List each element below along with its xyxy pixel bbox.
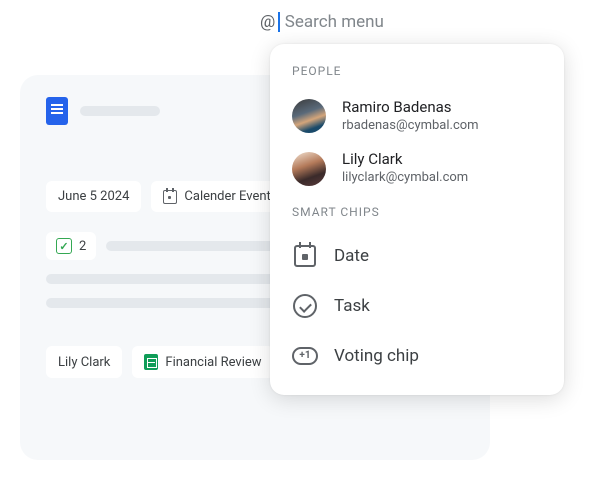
file-chip[interactable]: Financial Review (132, 346, 273, 378)
person-item-ramiro[interactable]: Ramiro Badenas rbadenas@cymbal.com (270, 90, 564, 142)
person-email: rbadenas@cymbal.com (342, 118, 479, 135)
date-chip-text: June 5 2024 (58, 189, 129, 204)
sheets-icon (144, 354, 158, 370)
mention-popup: People Ramiro Badenas rbadenas@cymbal.co… (270, 44, 564, 395)
search-placeholder: Search menu (285, 12, 384, 32)
google-docs-icon (46, 97, 68, 125)
checkmark-icon: ✓ (56, 238, 72, 254)
chip-item-task[interactable]: Task (270, 281, 564, 331)
avatar (292, 152, 326, 186)
at-mention-input[interactable]: @ Search menu (260, 12, 384, 32)
person-item-lily[interactable]: Lily Clark lilyclark@cymbal.com (270, 142, 564, 194)
title-placeholder (80, 106, 160, 116)
chip-label: Voting chip (334, 346, 419, 366)
person-name: Ramiro Badenas (342, 98, 479, 118)
chip-item-date[interactable]: Date (270, 231, 564, 281)
file-chip-text: Financial Review (165, 355, 261, 370)
avatar (292, 99, 326, 133)
date-chip[interactable]: June 5 2024 (46, 181, 141, 212)
at-symbol: @ (260, 12, 275, 32)
calendar-chip-text: Calender Event (184, 189, 270, 204)
person-name: Lily Clark (342, 150, 468, 170)
plus-one-icon: +1 (292, 347, 318, 365)
task-icon (292, 293, 318, 319)
vote-chip[interactable]: ✓ 2 (46, 232, 96, 260)
people-section-label: People (270, 64, 564, 78)
chip-item-voting[interactable]: +1 Voting chip (270, 331, 564, 381)
date-icon (292, 243, 318, 269)
vote-count: 2 (79, 239, 86, 254)
person-chip[interactable]: Lily Clark (46, 346, 122, 378)
chip-label: Date (334, 246, 369, 266)
voting-chip-icon: +1 (292, 343, 318, 369)
chip-label: Task (334, 296, 370, 316)
person-chip-text: Lily Clark (58, 355, 110, 370)
calendar-event-chip[interactable]: Calender Event (151, 181, 282, 212)
text-placeholder (46, 274, 306, 284)
person-info: Ramiro Badenas rbadenas@cymbal.com (342, 98, 479, 134)
calendar-icon (163, 190, 177, 204)
text-cursor (278, 12, 280, 32)
smart-chips-section-label: Smart Chips (270, 205, 564, 219)
person-info: Lily Clark lilyclark@cymbal.com (342, 150, 468, 186)
text-placeholder (46, 298, 286, 308)
person-email: lilyclark@cymbal.com (342, 170, 468, 187)
